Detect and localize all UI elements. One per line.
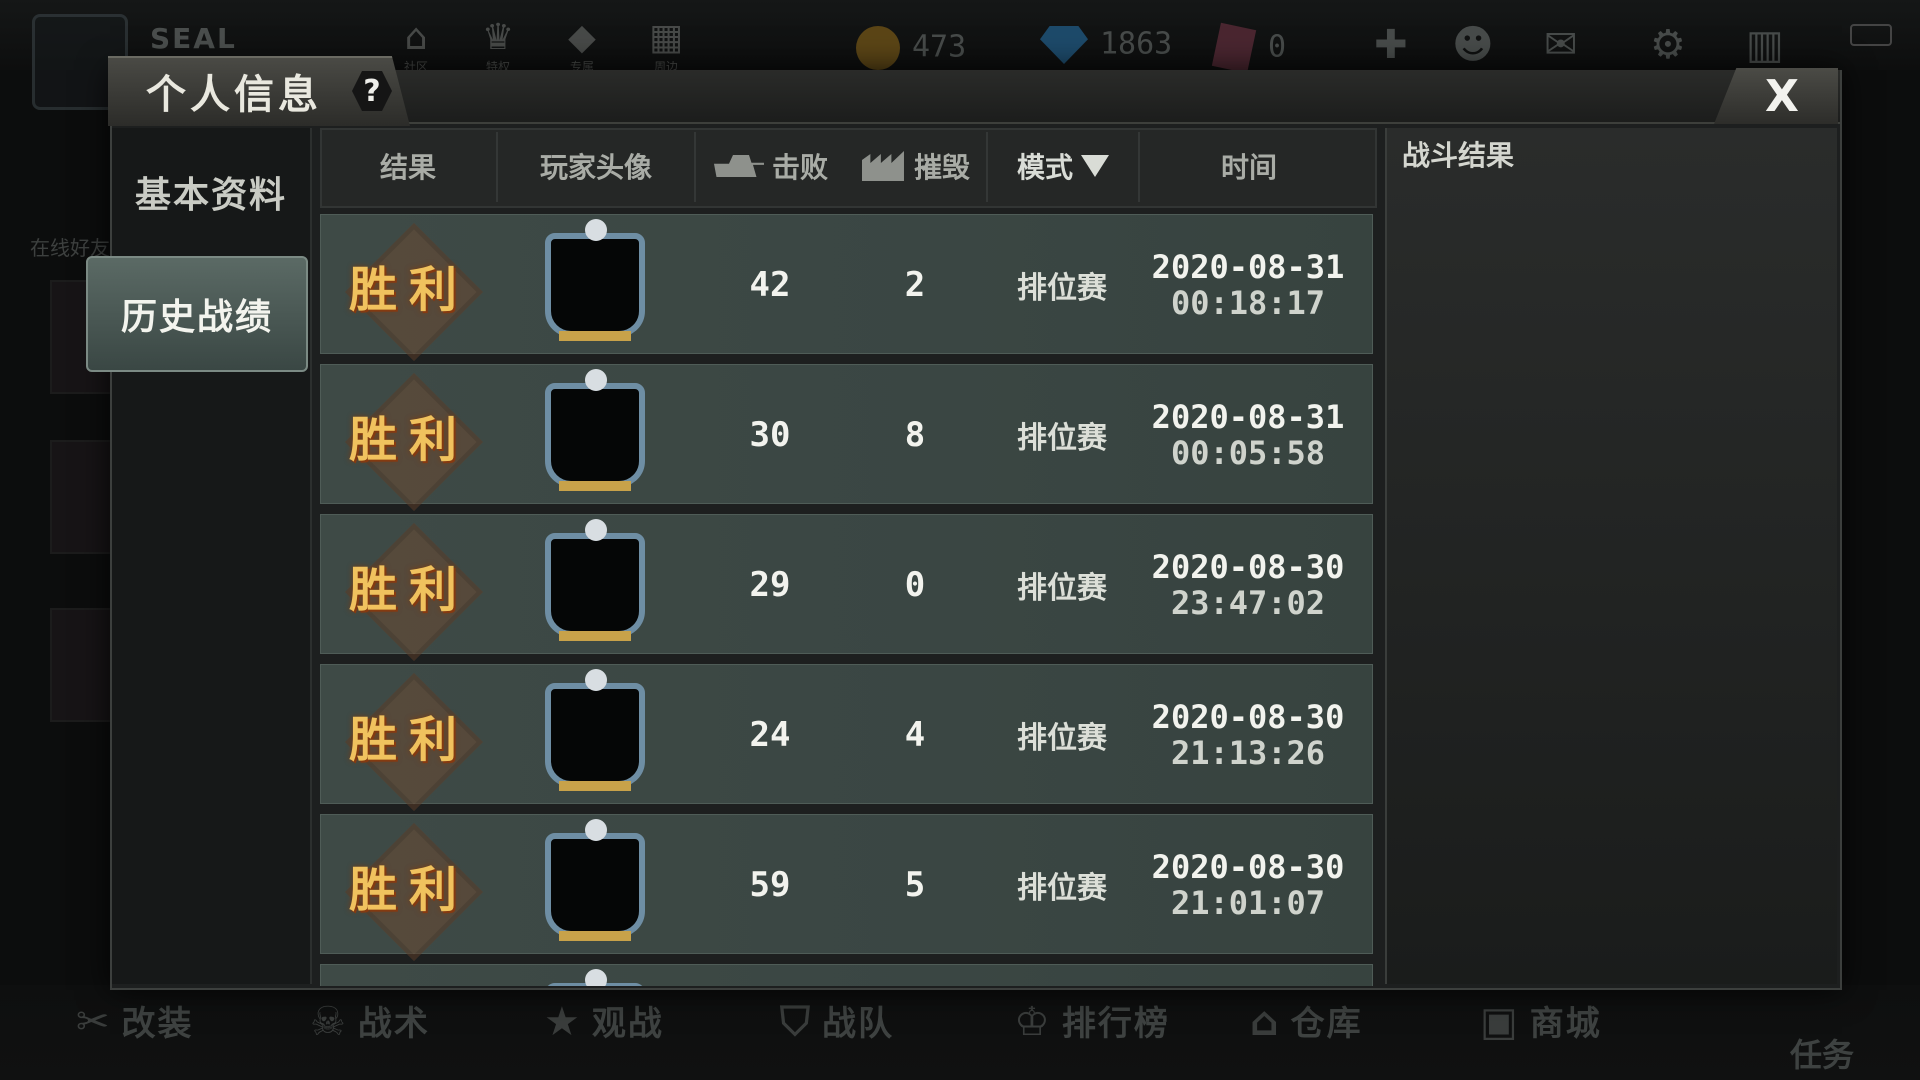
player-avatar[interactable] — [545, 519, 645, 641]
bottom-nav-spectate[interactable]: ★ 观战 — [544, 996, 664, 1045]
header-time: 时间 — [1220, 151, 1277, 184]
topnav-exclusive[interactable]: ◆ 专属 — [552, 18, 612, 75]
table-row[interactable]: 胜利 59 5 排位赛 2020-08-30 21:01:07 — [320, 814, 1373, 961]
tank-icon — [713, 155, 764, 177]
kills-value: 42 — [749, 265, 791, 305]
header-avatar: 玩家头像 — [539, 151, 652, 184]
table-row[interactable]: 胜利 30 8 排位赛 2020-08-31 00:05:58 — [320, 364, 1373, 511]
grid-icon: ▦ — [648, 17, 683, 58]
kills-value: 29 — [749, 565, 791, 605]
friends-icon[interactable]: ☻ — [1452, 22, 1494, 68]
battle-result-panel — [1385, 128, 1837, 984]
bottom-nav-warehouse[interactable]: ⌂ 仓库 — [1250, 996, 1363, 1045]
header-kills: 击败 — [696, 128, 846, 204]
plus-icon[interactable]: ✚ — [1374, 22, 1408, 68]
result-victory: 胜利 — [348, 862, 469, 918]
bottom-nav-team[interactable]: ⛉ 战队 — [780, 996, 894, 1045]
topnav-community[interactable]: ⌂ 社区 — [386, 18, 446, 75]
background-player-name: SEAL — [150, 22, 237, 55]
destroy-value: 0 — [904, 565, 926, 605]
mode-value: 排位赛 — [1017, 571, 1107, 606]
time-value: 2020-08-31 00:05:58 — [1151, 398, 1345, 472]
player-avatar[interactable] — [545, 819, 645, 941]
player-avatar[interactable] — [545, 369, 645, 491]
skull-icon: ☠ — [310, 999, 348, 1045]
bottom-nav-modify[interactable]: ✂ 改装 — [76, 996, 194, 1045]
table-row[interactable]: 胜利 29 0 排位赛 2020-08-30 23:47:02 — [320, 514, 1373, 661]
result-victory: 胜利 — [348, 262, 469, 318]
battle-result-title: 战斗结果 — [1402, 139, 1515, 172]
table-row[interactable]: 胜利 24 4 排位赛 2020-08-30 21:13:26 — [320, 664, 1373, 811]
mode-value: 排位赛 — [1017, 721, 1107, 756]
destroy-value: 5 — [904, 865, 926, 905]
crown-icon: ♛ — [481, 17, 515, 58]
gold-coin-icon — [856, 26, 900, 70]
trophy-icon: ♔ — [1014, 999, 1052, 1045]
warehouse-icon: ⌂ — [1250, 999, 1281, 1045]
home-icon: ⌂ — [404, 17, 428, 58]
mode-value: 排位赛 — [1017, 271, 1107, 306]
result-victory: 胜利 — [348, 412, 469, 468]
topnav-merch[interactable]: ▦ 周边 — [636, 18, 696, 75]
table-row[interactable] — [320, 964, 1373, 986]
mode-value: 排位赛 — [1017, 421, 1107, 456]
kills-value: 24 — [749, 715, 791, 755]
gem-icon — [1040, 26, 1088, 64]
header-destroy: 摧毁 — [846, 128, 986, 204]
player-avatar[interactable] — [545, 669, 645, 791]
bottom-nav-shop[interactable]: ▣ 商城 — [1480, 996, 1602, 1045]
gem-counter: 1863 — [1040, 26, 1172, 64]
bottom-nav-leaderboard[interactable]: ♔ 排行榜 — [1014, 996, 1170, 1045]
gold-counter: 473 — [856, 26, 966, 70]
side-item-match-history[interactable]: 历史战绩 — [86, 256, 308, 372]
player-avatar[interactable] — [545, 219, 645, 341]
mode-value: 排位赛 — [1017, 871, 1107, 906]
wrench-icon: ✂ — [76, 999, 112, 1045]
bottom-nav-tactics[interactable]: ☠ 战术 — [310, 996, 430, 1045]
kills-value: 30 — [749, 415, 791, 455]
header-result: 结果 — [379, 151, 436, 184]
time-value: 2020-08-30 21:01:07 — [1151, 848, 1345, 922]
table-row[interactable]: 胜利 42 2 排位赛 2020-08-31 00:18:17 — [320, 214, 1373, 361]
destroy-value: 8 — [904, 415, 926, 455]
player-avatar[interactable] — [545, 969, 645, 986]
destroy-value: 2 — [904, 265, 926, 305]
cube-icon: ◆ — [568, 17, 596, 58]
gear-icon[interactable]: ⚙ — [1650, 22, 1686, 68]
dropdown-triangle-icon — [1081, 155, 1109, 177]
side-item-basic-info[interactable]: 基本资料 — [112, 166, 310, 218]
battery-icon — [1850, 24, 1892, 46]
kills-value: 59 — [749, 865, 791, 905]
card-icon — [1211, 22, 1257, 74]
time-value: 2020-08-30 21:13:26 — [1151, 698, 1345, 772]
history-table-body: 胜利 42 2 排位赛 2020-08-31 00:18:17 胜利 30 8 排… — [320, 214, 1373, 986]
shop-icon: ▣ — [1480, 999, 1520, 1045]
result-victory: 胜利 — [348, 562, 469, 618]
mail-icon[interactable]: ✉ — [1544, 22, 1578, 68]
building-icon — [861, 151, 904, 181]
card-counter: 0 — [1211, 22, 1286, 74]
result-victory: 胜利 — [348, 712, 469, 768]
friend-avatar[interactable] — [50, 608, 114, 722]
shield-icon: ⛉ — [780, 999, 812, 1045]
header-mode-filter[interactable]: 模式 — [988, 128, 1138, 204]
modal-title: 个人信息 — [146, 72, 322, 118]
friend-avatar[interactable] — [50, 440, 114, 554]
time-value: 2020-08-30 23:47:02 — [1151, 548, 1345, 622]
topnav-privilege[interactable]: ♛ 特权 — [468, 18, 528, 75]
task-button[interactable]: 任务 — [1790, 1030, 1854, 1076]
star-icon: ★ — [544, 999, 582, 1045]
time-value: 2020-08-31 00:18:17 — [1151, 248, 1345, 322]
destroy-value: 4 — [904, 715, 926, 755]
bottom-nav-bar — [0, 985, 1920, 1080]
book-icon[interactable]: ▥ — [1746, 22, 1784, 68]
